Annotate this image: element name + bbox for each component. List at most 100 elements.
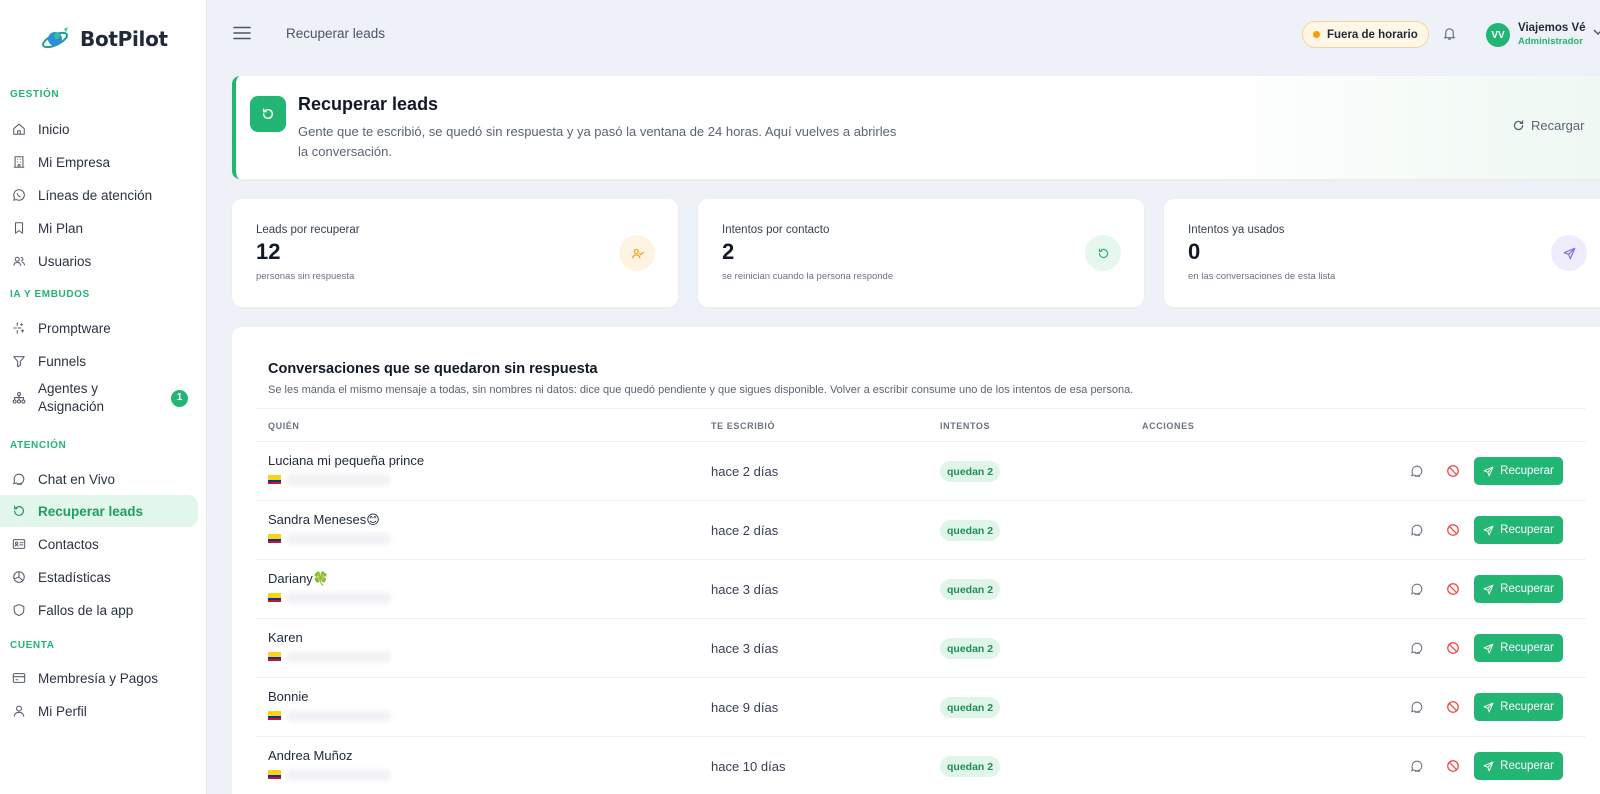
brand[interactable]: BotPilot bbox=[40, 25, 168, 53]
sidebar-item-agentes-y-asignacion[interactable]: Agentes y Asignación 1 bbox=[0, 380, 198, 416]
recover-button[interactable]: Recuperar bbox=[1474, 516, 1563, 544]
sidebar-item-mi-perfil[interactable]: Mi Perfil bbox=[0, 700, 198, 722]
column-header-actions: ACCIONES bbox=[1142, 421, 1195, 431]
ban-icon[interactable] bbox=[1446, 523, 1460, 537]
recover-button-label: Recuperar bbox=[1500, 583, 1554, 595]
bell-icon[interactable] bbox=[1442, 26, 1457, 41]
page-title: Recuperar leads bbox=[298, 94, 439, 114]
recover-button[interactable]: Recuperar bbox=[1474, 693, 1563, 721]
page-header-card: Recuperar leads Gente que te escribió, s… bbox=[232, 76, 1600, 179]
sidebar-item-label: Mi Plan bbox=[38, 220, 84, 236]
chat-icon[interactable] bbox=[1410, 641, 1424, 655]
redacted-phone bbox=[286, 592, 391, 604]
menu-icon[interactable] bbox=[233, 26, 251, 40]
send-icon bbox=[1483, 525, 1494, 536]
nav-section-title: CUENTA bbox=[10, 640, 55, 651]
reload-label: Recargar bbox=[1531, 118, 1585, 133]
avatar[interactable]: VV bbox=[1486, 23, 1510, 47]
user-name[interactable]: Viajemos Vé bbox=[1518, 22, 1586, 34]
redacted-phone bbox=[286, 533, 391, 545]
stat-card: Intentos ya usados 0 en las conversaciones… bbox=[1164, 199, 1600, 307]
reload-button[interactable]: Recargar bbox=[1512, 118, 1584, 133]
table-row: Sandra Meneses😊 hace 2 días quedan 2 Recupe… bbox=[256, 501, 1586, 560]
contact-name: Andrea Muñoz bbox=[268, 748, 353, 763]
sidebar-item-label: Contactos bbox=[38, 536, 99, 552]
send-icon bbox=[1483, 702, 1494, 713]
credit-card-icon bbox=[12, 671, 26, 685]
user-role: Administrador bbox=[1518, 36, 1583, 47]
sidebar-item-recuperar-leads[interactable]: Recuperar leads bbox=[0, 495, 198, 527]
attempts-badge: quedan 2 bbox=[940, 756, 1001, 777]
last-message-time: hace 3 días bbox=[711, 641, 779, 656]
table-description: Se les manda el mismo mensaje a todas, s… bbox=[268, 384, 1134, 396]
chat-icon[interactable] bbox=[1410, 582, 1424, 596]
sidebar-item-fallos-de-la-app[interactable]: Fallos de la app bbox=[0, 599, 198, 621]
botpilot-logo-icon bbox=[40, 25, 72, 53]
sidebar-item-contactos[interactable]: Contactos bbox=[0, 533, 198, 555]
table-row: Karen hace 3 días quedan 2 Recuperar bbox=[256, 619, 1586, 678]
count-badge: 1 bbox=[171, 389, 188, 407]
sidebar-item-promptware[interactable]: Promptware bbox=[0, 317, 198, 339]
stat-label: Intentos ya usados bbox=[1188, 224, 1285, 236]
sidebar-item-label: Estadísticas bbox=[38, 569, 111, 585]
recover-button[interactable]: Recuperar bbox=[1474, 457, 1563, 485]
sidebar-item-label: Membresía y Pagos bbox=[38, 670, 159, 686]
column-header-wrote: TE ESCRIBIÓ bbox=[711, 421, 776, 431]
user-check-icon bbox=[619, 235, 655, 271]
sidebar-item-label: Chat en Vivo bbox=[38, 471, 116, 487]
colombia-flag-icon bbox=[268, 475, 281, 484]
ban-icon[interactable] bbox=[1446, 700, 1460, 714]
contact-card-icon bbox=[12, 537, 26, 551]
pie-chart-icon bbox=[12, 570, 26, 584]
send-icon bbox=[1483, 584, 1494, 595]
last-message-time: hace 9 días bbox=[711, 700, 779, 715]
sidebar-item-estadisticas[interactable]: Estadísticas bbox=[0, 566, 198, 588]
sidebar-item-mi-empresa[interactable]: Mi Empresa bbox=[0, 151, 198, 173]
ban-icon[interactable] bbox=[1446, 464, 1460, 478]
refresh-icon bbox=[1085, 235, 1121, 271]
sidebar-item-lineas-de-atencion[interactable]: Líneas de atención bbox=[0, 184, 198, 206]
sidebar-item-mi-plan[interactable]: Mi Plan bbox=[0, 217, 198, 239]
recover-button-label: Recuperar bbox=[1500, 701, 1554, 713]
recover-button-label: Recuperar bbox=[1500, 465, 1554, 477]
stat-subtext: en las conversaciones de esta lista bbox=[1188, 271, 1336, 282]
contact-name: Karen bbox=[268, 630, 303, 645]
chat-icon[interactable] bbox=[1410, 759, 1424, 773]
stat-value: 2 bbox=[722, 239, 735, 264]
refresh-icon bbox=[1512, 119, 1525, 132]
table-title: Conversaciones que se quedaron sin respu… bbox=[268, 361, 598, 377]
recover-button[interactable]: Recuperar bbox=[1474, 575, 1563, 603]
status-badge[interactable]: Fuera de horario bbox=[1302, 21, 1429, 48]
status-label: Fuera de horario bbox=[1327, 28, 1418, 41]
stat-card: Leads por recuperar 12 personas sin respue… bbox=[232, 199, 678, 307]
ban-icon[interactable] bbox=[1446, 759, 1460, 773]
sidebar-item-membresia-y-pagos[interactable]: Membresía y Pagos bbox=[0, 667, 198, 689]
stat-label: Leads por recuperar bbox=[256, 224, 360, 236]
chevron-down-icon[interactable] bbox=[1593, 28, 1600, 36]
contact-name: Sandra Meneses😊 bbox=[268, 512, 380, 527]
home-icon bbox=[12, 122, 26, 136]
chat-icon[interactable] bbox=[1410, 700, 1424, 714]
sidebar-item-label: Promptware bbox=[38, 320, 111, 336]
bookmark-icon bbox=[12, 221, 26, 235]
sidebar-item-usuarios[interactable]: Usuarios bbox=[0, 250, 198, 272]
recover-button[interactable]: Recuperar bbox=[1474, 634, 1563, 662]
attempts-badge: quedan 2 bbox=[940, 461, 1001, 482]
send-icon bbox=[1483, 466, 1494, 477]
sidebar-item-chat-en-vivo[interactable]: Chat en Vivo bbox=[0, 468, 198, 490]
recover-button[interactable]: Recuperar bbox=[1474, 752, 1563, 780]
chat-icon[interactable] bbox=[1410, 464, 1424, 478]
column-header-attempts: INTENTOS bbox=[940, 421, 991, 431]
sidebar-item-funnels[interactable]: Funnels bbox=[0, 350, 198, 372]
attempts-badge: quedan 2 bbox=[940, 579, 1001, 600]
sidebar-item-label: Inicio bbox=[38, 121, 70, 137]
redacted-phone bbox=[286, 769, 391, 781]
sidebar-item-inicio[interactable]: Inicio bbox=[0, 118, 198, 140]
conversations-card: Conversaciones que se quedaron sin respu… bbox=[232, 327, 1600, 794]
sidebar-item-label: Usuarios bbox=[38, 253, 92, 269]
chat-icon[interactable] bbox=[1410, 523, 1424, 537]
table-row: Bonnie hace 9 días quedan 2 Recuperar bbox=[256, 678, 1586, 737]
ban-icon[interactable] bbox=[1446, 641, 1460, 655]
last-message-time: hace 10 días bbox=[711, 759, 786, 774]
ban-icon[interactable] bbox=[1446, 582, 1460, 596]
